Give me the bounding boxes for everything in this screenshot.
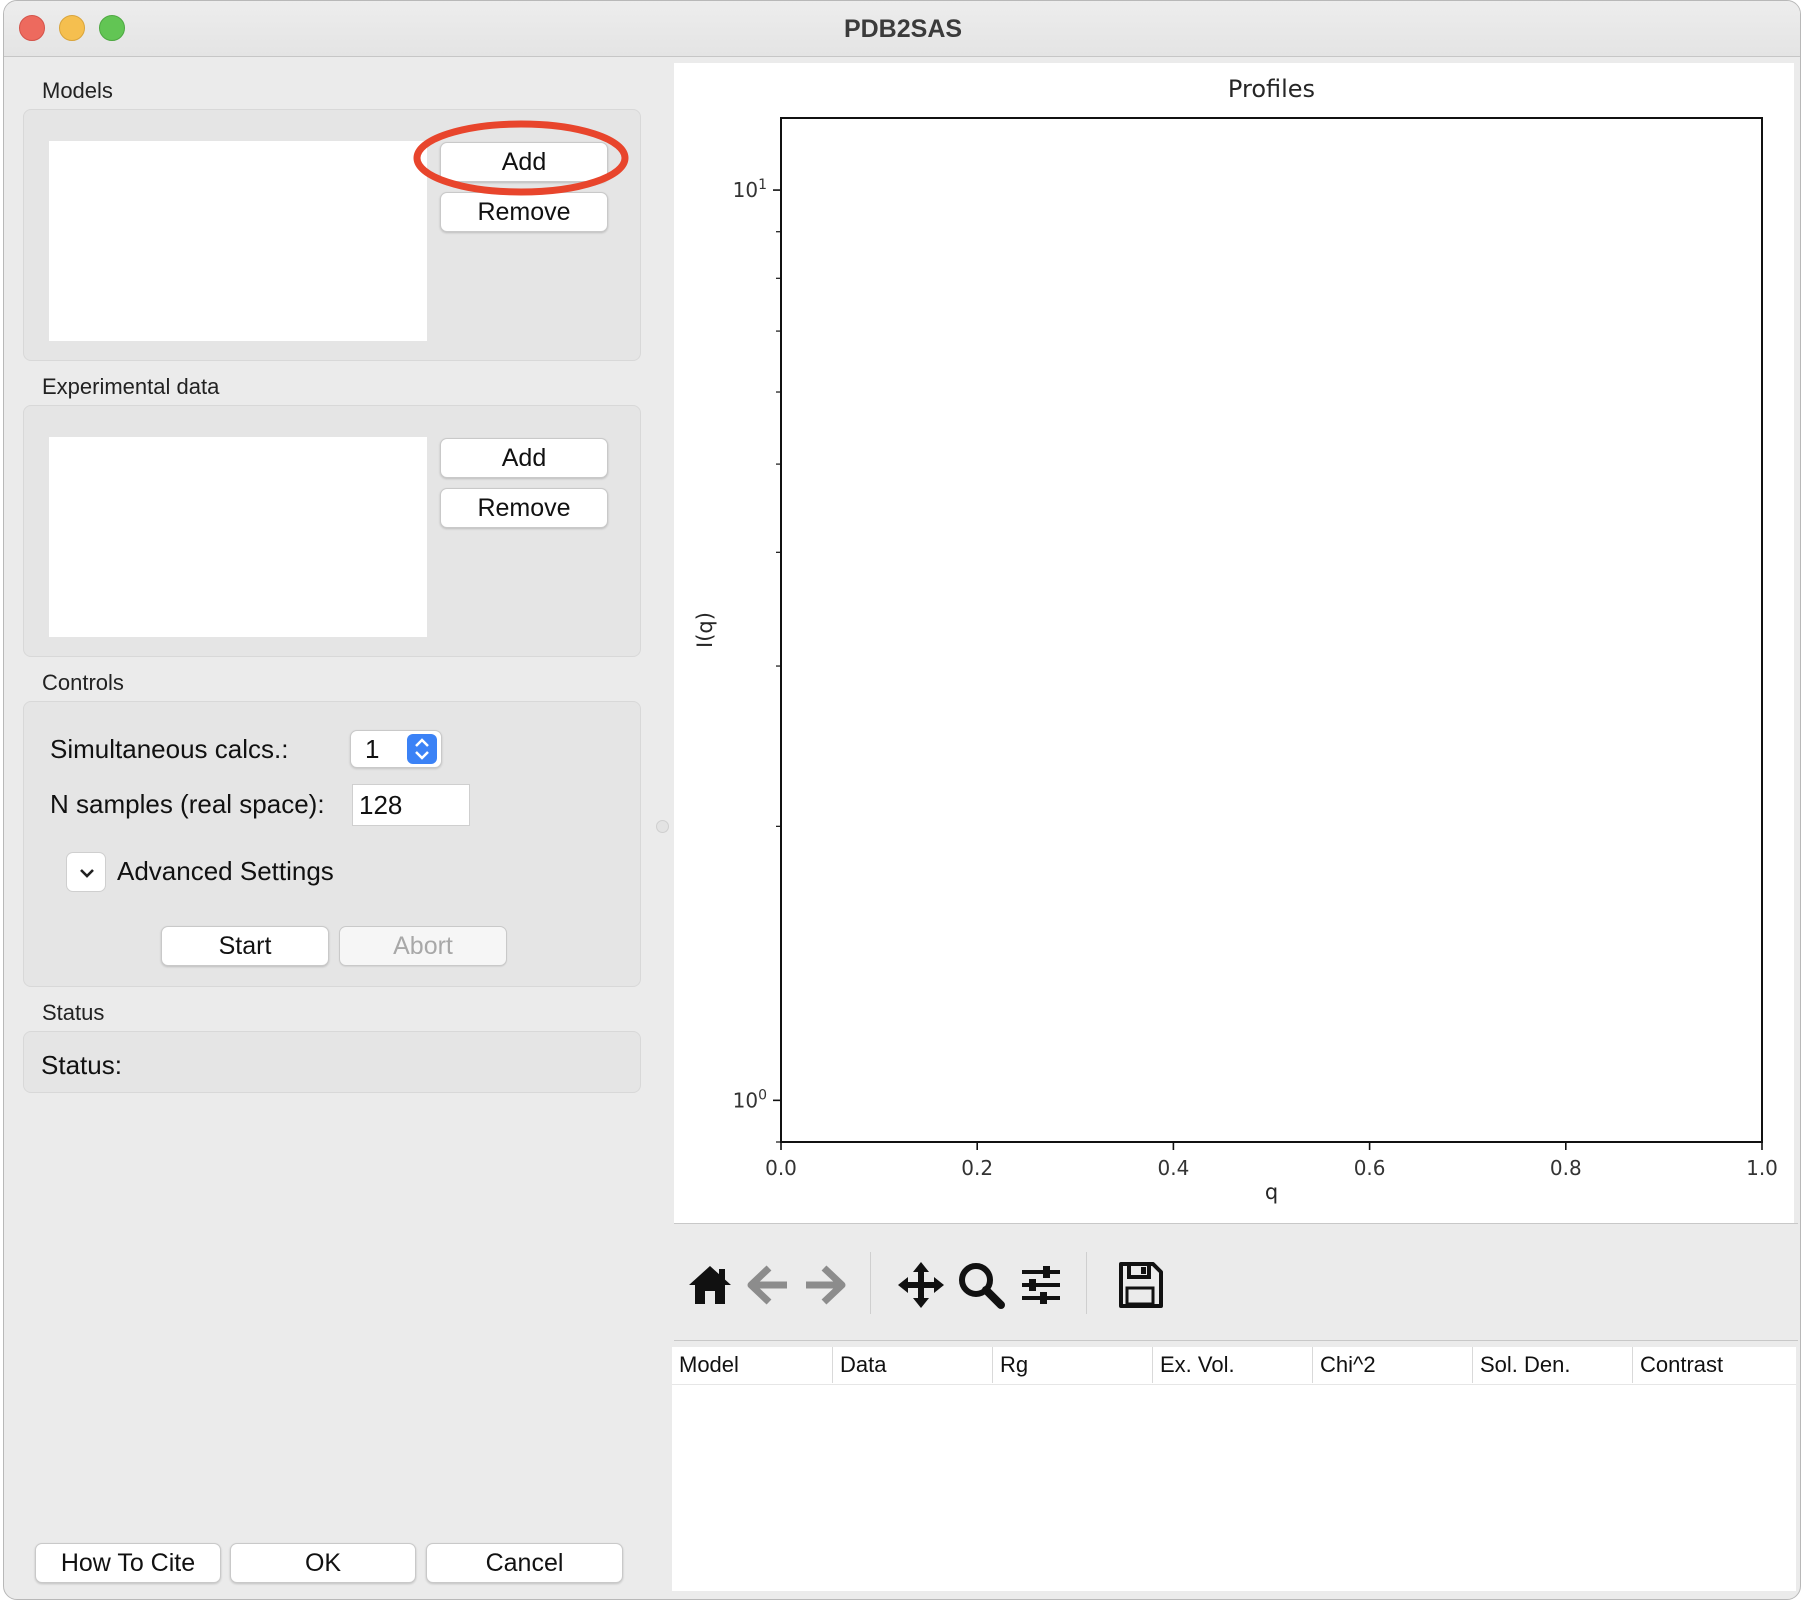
- plot-toolbar: [674, 1223, 1798, 1341]
- nsamples-label: N samples (real space):: [50, 789, 325, 819]
- home-icon[interactable]: [685, 1260, 735, 1310]
- models-group-label: Models: [42, 78, 113, 103]
- y-axis-label: I(q): [693, 612, 717, 648]
- x-axis-label: q: [1265, 1180, 1278, 1204]
- abort-button[interactable]: Abort: [339, 926, 507, 966]
- splitter-grip-icon: [656, 820, 669, 833]
- experimental-list[interactable]: [49, 437, 427, 637]
- toolbar-separator: [1086, 1252, 1087, 1314]
- zoom-icon[interactable]: [956, 1260, 1006, 1310]
- simultaneous-calcs-spinbox[interactable]: 1: [350, 730, 442, 768]
- x-tick-label: 0.4: [1157, 1156, 1189, 1180]
- x-tick-label: 0.6: [1354, 1156, 1386, 1180]
- chevron-down-icon: [80, 869, 94, 878]
- column-header-sol-den[interactable]: Sol. Den.: [1472, 1347, 1632, 1383]
- plot-axes-frame: [780, 117, 1763, 1143]
- save-icon[interactable]: [1115, 1260, 1165, 1310]
- cancel-button[interactable]: Cancel: [426, 1543, 623, 1583]
- chart-title: Profiles: [1228, 75, 1315, 103]
- forward-arrow-icon[interactable]: [800, 1260, 850, 1310]
- controls-group: Simultaneous calcs.: 1 N samples (real s…: [23, 701, 641, 987]
- how-to-cite-button[interactable]: How To Cite: [35, 1543, 221, 1583]
- status-group-label: Status: [42, 1000, 105, 1025]
- profiles-chart[interactable]: Profiles q I(q) 0.0 0.2 0.4 0.6 0.8 1.0 101 100: [674, 63, 1794, 1223]
- advanced-settings-toggle[interactable]: [66, 852, 106, 892]
- pdb2sas-window: PDB2SAS Models Add Remove Experimental d…: [3, 0, 1801, 1600]
- advanced-settings-label: Advanced Settings: [117, 856, 334, 886]
- experimental-add-button[interactable]: Add: [440, 438, 608, 478]
- splitter-handle[interactable]: [653, 57, 673, 1597]
- controls-group-label: Controls: [42, 670, 124, 695]
- results-table-header: Model Data Rg Ex. Vol. Chi^2 Sol. Den. C…: [672, 1347, 1796, 1385]
- configure-subplots-icon[interactable]: [1016, 1260, 1066, 1310]
- column-header-chi2[interactable]: Chi^2: [1312, 1347, 1472, 1383]
- start-button[interactable]: Start: [161, 926, 329, 966]
- experimental-group-label: Experimental data: [42, 374, 220, 399]
- nsamples-input[interactable]: 128: [352, 784, 470, 826]
- y-tick-label: 101: [733, 177, 767, 202]
- experimental-remove-button[interactable]: Remove: [440, 488, 608, 528]
- y-tick-label: 100: [733, 1087, 767, 1112]
- back-arrow-icon[interactable]: [743, 1260, 793, 1310]
- experimental-group: Add Remove: [23, 405, 641, 657]
- status-text: Status:: [41, 1050, 122, 1080]
- column-header-rg[interactable]: Rg: [992, 1347, 1152, 1383]
- window-title: PDB2SAS: [843, 15, 963, 43]
- results-table[interactable]: Model Data Rg Ex. Vol. Chi^2 Sol. Den. C…: [672, 1347, 1796, 1591]
- ok-button[interactable]: OK: [230, 1543, 416, 1583]
- simultaneous-calcs-label: Simultaneous calcs.:: [50, 734, 289, 764]
- spin-stepper-icon[interactable]: [407, 734, 437, 764]
- models-list[interactable]: [49, 141, 427, 341]
- x-tick-label: 0.0: [765, 1156, 797, 1180]
- column-header-model[interactable]: Model: [672, 1347, 832, 1383]
- simultaneous-calcs-value: 1: [365, 734, 380, 764]
- left-panel: Models Add Remove Experimental data Add …: [8, 61, 653, 1591]
- title-bar: PDB2SAS: [4, 1, 1800, 57]
- pan-icon[interactable]: [896, 1260, 946, 1310]
- column-header-data[interactable]: Data: [832, 1347, 992, 1383]
- plot-panel: Profiles q I(q) 0.0 0.2 0.4 0.6 0.8 1.0 101 100: [674, 63, 1794, 1223]
- toolbar-separator: [870, 1252, 871, 1314]
- status-group: Status:: [23, 1031, 641, 1093]
- column-header-contrast[interactable]: Contrast: [1632, 1347, 1796, 1383]
- highlight-annotation-ellipse: [413, 120, 629, 196]
- models-remove-button[interactable]: Remove: [440, 192, 608, 232]
- x-tick-label: 1.0: [1746, 1156, 1778, 1180]
- column-header-ex-vol[interactable]: Ex. Vol.: [1152, 1347, 1312, 1383]
- x-tick-label: 0.2: [961, 1156, 993, 1180]
- x-tick-label: 0.8: [1550, 1156, 1582, 1180]
